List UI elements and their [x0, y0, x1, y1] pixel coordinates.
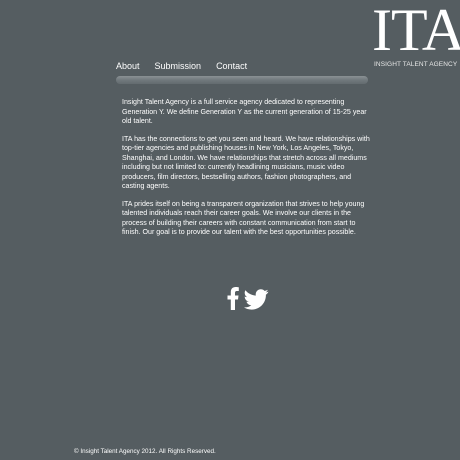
ita-logo[interactable]: ITA INSIGHT TALENT AGENCY [372, 0, 460, 70]
connections-paragraph: ITA has the connections to get you seen … [122, 134, 370, 191]
facebook-icon[interactable] [227, 286, 239, 315]
intro-paragraph: Insight Talent Agency is a full service … [122, 98, 367, 125]
footer-copyright: © Insight Talent Agency 2012. All Rights… [74, 448, 216, 455]
main-nav: About Submission Contact [116, 60, 247, 72]
mission-paragraph: ITA prides itself on being a transparent… [122, 199, 365, 237]
nav-item-about[interactable]: About [116, 60, 140, 72]
nav-item-submission[interactable]: Submission [155, 60, 202, 72]
page: ITA INSIGHT TALENT AGENCY About Submissi… [0, 0, 460, 460]
nav-item-contact[interactable]: Contact [216, 60, 247, 72]
logo-tagline: INSIGHT TALENT AGENCY [374, 61, 458, 68]
logo-mark: ITA [372, 0, 460, 63]
nav-divider-bar [116, 76, 368, 84]
about-content: Insight Talent Agency is a full service … [122, 98, 370, 246]
twitter-icon[interactable] [243, 286, 269, 316]
social-links [227, 286, 269, 316]
